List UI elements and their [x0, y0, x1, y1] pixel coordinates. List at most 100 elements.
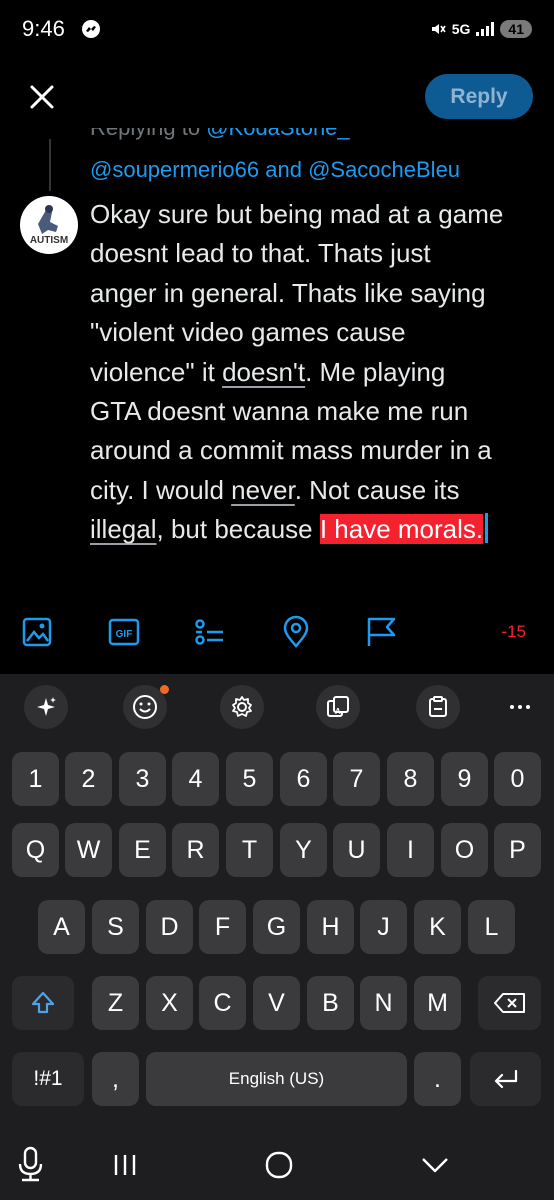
keyboard: A 1 2 3 4 5 6 7 8 9 0 Q W E R T Y U I O …	[0, 674, 554, 1200]
key-8[interactable]: 8	[387, 752, 434, 806]
key-s[interactable]: S	[92, 900, 139, 954]
key-r[interactable]: R	[172, 823, 219, 877]
sparkle-icon	[37, 697, 56, 716]
key-t[interactable]: T	[226, 823, 273, 877]
notification-dot	[160, 685, 169, 694]
key-c[interactable]: C	[199, 976, 246, 1030]
compose-line: Okay sure but being mad at a game	[90, 199, 504, 229]
text-run: . Me playing	[305, 356, 446, 387]
location-pin-icon	[283, 615, 309, 648]
emoji-icon	[133, 695, 157, 719]
translate-button[interactable]: A	[316, 685, 360, 729]
chevron-down-icon	[422, 1158, 448, 1173]
handle-link[interactable]: @soupermerio66	[90, 157, 259, 182]
microphone-icon	[18, 1146, 43, 1182]
key-a[interactable]: A	[38, 900, 85, 954]
key-l[interactable]: L	[468, 900, 515, 954]
key-7[interactable]: 7	[333, 752, 380, 806]
messenger-icon	[82, 20, 100, 38]
key-g[interactable]: G	[253, 900, 300, 954]
over-limit-text: I have morals.	[319, 514, 484, 545]
key-w[interactable]: W	[65, 823, 112, 877]
key-z[interactable]: Z	[92, 976, 139, 1030]
compose-line: GTA doesnt wanna make me run	[90, 396, 469, 427]
key-5[interactable]: 5	[226, 752, 273, 806]
enter-key[interactable]	[470, 1052, 541, 1106]
symbols-key[interactable]: !#1	[12, 1052, 84, 1106]
handle-link[interactable]: @SacocheBleu	[308, 157, 460, 182]
key-k[interactable]: K	[414, 900, 461, 954]
more-dots-icon	[510, 705, 530, 709]
backspace-key[interactable]	[478, 976, 541, 1030]
key-4[interactable]: 4	[172, 752, 219, 806]
key-9[interactable]: 9	[441, 752, 488, 806]
add-poll-button[interactable]	[192, 615, 226, 649]
key-n[interactable]: N	[360, 976, 407, 1030]
key-0[interactable]: 0	[494, 752, 541, 806]
close-icon	[30, 85, 54, 109]
key-1[interactable]: 1	[12, 752, 59, 806]
avatar-text: AUTISM	[29, 235, 69, 246]
period-key[interactable]: .	[414, 1052, 461, 1106]
comma-key[interactable]: ,	[92, 1052, 139, 1106]
key-p[interactable]: P	[494, 823, 541, 877]
key-f[interactable]: F	[199, 900, 246, 954]
replying-handle[interactable]: @KodaStone_	[206, 128, 349, 140]
key-d[interactable]: D	[146, 900, 193, 954]
keyboard-toolbar: A	[0, 674, 554, 740]
thread-line	[49, 139, 51, 191]
keyboard-settings-button[interactable]	[220, 685, 264, 729]
replying-to-label: Replying to @KodaStone_	[90, 128, 550, 150]
recent-apps-icon	[114, 1155, 136, 1175]
recent-apps-button[interactable]	[110, 1152, 140, 1178]
text-run: violence" it	[90, 356, 223, 387]
space-bar[interactable]: English (US)	[146, 1052, 407, 1106]
key-q[interactable]: Q	[12, 823, 59, 877]
gif-icon: GIF	[108, 618, 140, 646]
translate-icon: A	[327, 696, 349, 717]
clipboard-button[interactable]	[416, 685, 460, 729]
hide-keyboard-button[interactable]	[420, 1154, 450, 1176]
mute-icon	[431, 24, 446, 34]
compose-toolbar: GIF	[0, 605, 554, 657]
avatar[interactable]: AUTISM	[20, 196, 78, 254]
spellcheck-word[interactable]: doesn't	[222, 357, 305, 387]
key-u[interactable]: U	[333, 823, 380, 877]
key-h[interactable]: H	[307, 900, 354, 954]
clipboard-icon	[429, 696, 447, 717]
spellcheck-word[interactable]: never	[231, 475, 295, 505]
home-button[interactable]	[264, 1150, 294, 1180]
reply-button[interactable]: Reply	[425, 74, 533, 119]
shift-key[interactable]	[12, 976, 74, 1030]
compose-line: city. I would never. Not cause its	[90, 471, 540, 510]
key-i[interactable]: I	[387, 823, 434, 877]
add-location-button[interactable]	[279, 615, 313, 649]
spellcheck-word[interactable]: illegal	[90, 514, 157, 544]
close-button[interactable]	[22, 77, 62, 117]
key-v[interactable]: V	[253, 976, 300, 1030]
and-word: and	[265, 157, 302, 182]
key-m[interactable]: M	[414, 976, 461, 1030]
compose-text-area[interactable]: Okay sure but being mad at a game doesnt…	[90, 195, 540, 550]
compose-line: doesnt lead to that. Thats just	[90, 238, 431, 269]
key-b[interactable]: B	[307, 976, 354, 1030]
key-2[interactable]: 2	[65, 752, 112, 806]
key-e[interactable]: E	[119, 823, 166, 877]
add-image-button[interactable]	[20, 615, 54, 649]
key-y[interactable]: Y	[280, 823, 327, 877]
compose-line: "violent video games cause	[90, 317, 406, 348]
compose-line: anger in general. Thats like saying	[90, 277, 486, 308]
signal-icon	[476, 22, 495, 36]
key-x[interactable]: X	[146, 976, 193, 1030]
add-gif-button[interactable]: GIF	[107, 615, 141, 649]
text-caret	[485, 513, 489, 544]
more-options-button[interactable]	[498, 685, 542, 729]
key-6[interactable]: 6	[280, 752, 327, 806]
ai-tools-button[interactable]	[24, 685, 68, 729]
key-j[interactable]: J	[360, 900, 407, 954]
network-label: 5G	[451, 21, 471, 37]
key-o[interactable]: O	[441, 823, 488, 877]
content-warning-button[interactable]	[364, 615, 398, 649]
voice-input-button[interactable]	[14, 1144, 48, 1184]
key-3[interactable]: 3	[119, 752, 166, 806]
